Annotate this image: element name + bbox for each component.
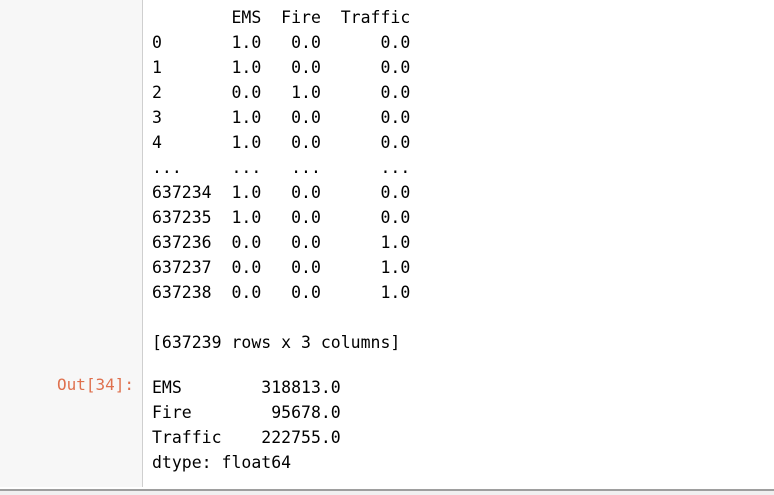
dataframe-row: 0 1.0 0.0 0.0 (152, 33, 411, 52)
cell-output-area: EMS Fire Traffic 0 1.0 0.0 0.0 1 1.0 0.0… (152, 0, 772, 487)
dataframe-row: 2 0.0 1.0 0.0 (152, 83, 411, 102)
series-row: EMS 318813.0 (152, 378, 341, 397)
series-row: Traffic 222755.0 (152, 428, 341, 447)
cell-prompt-gutter: Out[34]: (0, 0, 143, 487)
dataframe-row: 1 1.0 0.0 0.0 (152, 58, 411, 77)
dataframe-row: 637236 0.0 0.0 1.0 (152, 233, 411, 252)
dataframe-row: 637238 0.0 0.0 1.0 (152, 283, 411, 302)
series-dtype: dtype: float64 (152, 453, 292, 472)
dataframe-ellipsis-row: ... ... ... ... (152, 158, 411, 177)
dataframe-shape-note: [637239 rows x 3 columns] (152, 333, 401, 352)
dataframe-row: 4 1.0 0.0 0.0 (152, 133, 411, 152)
dataframe-header: EMS Fire Traffic (152, 8, 411, 27)
cell-bottom-shadow (0, 491, 774, 495)
output-prompt: Out[34]: (56, 375, 134, 394)
dataframe-row: 3 1.0 0.0 0.0 (152, 108, 411, 127)
series-row: Fire 95678.0 (152, 403, 341, 422)
dataframe-row: 637235 1.0 0.0 0.0 (152, 208, 411, 227)
dataframe-row: 637237 0.0 0.0 1.0 (152, 258, 411, 277)
dataframe-row: 637234 1.0 0.0 0.0 (152, 183, 411, 202)
